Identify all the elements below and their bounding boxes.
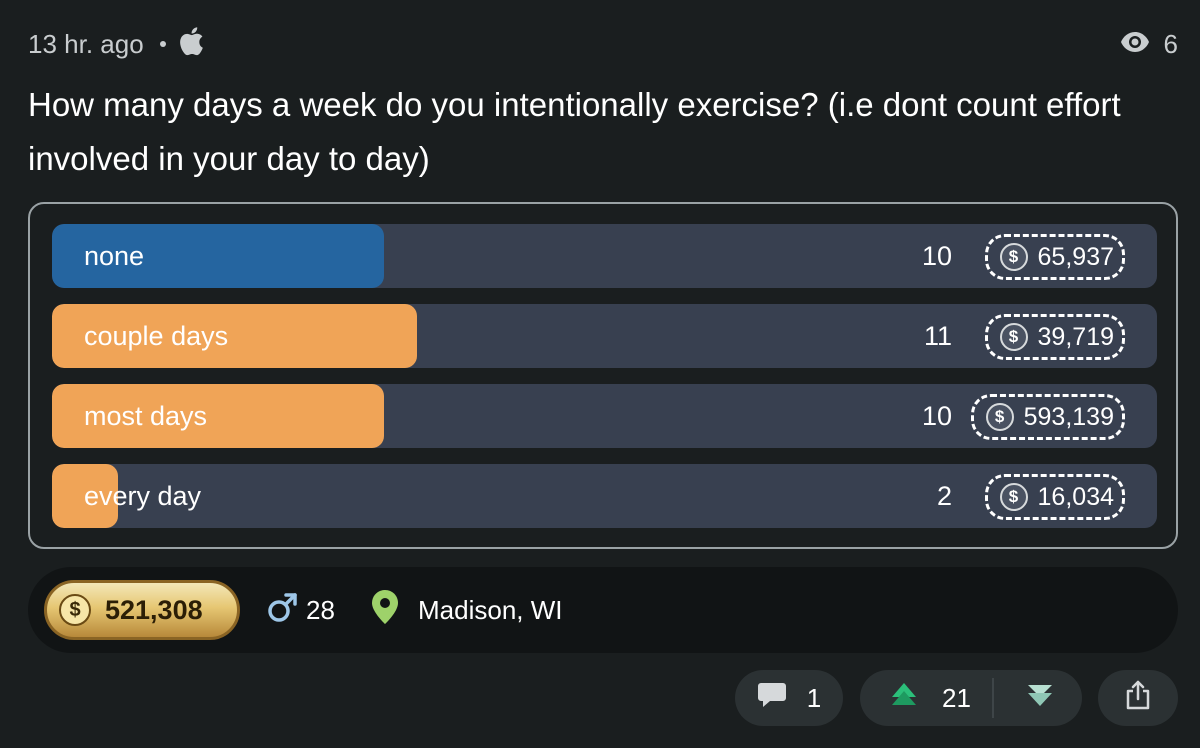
option-coins-value: 16,034 — [1037, 482, 1114, 511]
poll-option-none[interactable]: none 10 $ 65,937 — [52, 224, 1157, 288]
location-pin-icon — [370, 589, 400, 632]
option-vote-count: 11 — [923, 321, 952, 351]
author-location: Madison, WI — [370, 567, 563, 653]
option-label: every day — [84, 481, 202, 511]
option-vote-count: 2 — [936, 481, 952, 511]
upvote-button[interactable]: 21 — [860, 670, 993, 726]
option-label: none — [84, 241, 145, 271]
views-count: 6 — [1163, 28, 1178, 59]
coin-icon: $ — [999, 483, 1028, 511]
vote-divider — [992, 678, 994, 718]
author-age: 28 — [306, 594, 335, 625]
poll-question: How many days a week do you intentionall… — [28, 86, 1121, 177]
author-gender-age: 28 — [266, 567, 335, 653]
option-coins-value: 39,719 — [1037, 322, 1114, 351]
apple-icon — [178, 26, 204, 63]
vote-controls: 21 — [860, 670, 1082, 726]
comment-icon — [757, 681, 787, 716]
option-coins-value: 65,937 — [1037, 242, 1114, 271]
location-text: Madison, WI — [418, 594, 563, 625]
option-coins-badge: $ 593,139 — [970, 394, 1125, 440]
male-icon — [266, 590, 300, 631]
author-info-bar: $ 521,308 28 Madison, WI — [28, 567, 1178, 653]
comments-count: 1 — [806, 682, 822, 713]
poll-option-every-day[interactable]: every day 2 $ 16,034 — [52, 464, 1157, 528]
separator-dot — [159, 41, 166, 47]
poll-option-most-days[interactable]: most days 10 $ 593,139 — [52, 384, 1157, 448]
option-coins-badge: $ 16,034 — [984, 474, 1125, 520]
gold-coin-icon: $ — [59, 594, 91, 626]
coin-icon: $ — [999, 243, 1028, 271]
option-vote-count: 10 — [921, 241, 952, 271]
share-button[interactable] — [1098, 670, 1178, 726]
downvote-button[interactable] — [1010, 670, 1070, 726]
option-vote-count: 10 — [921, 401, 952, 431]
timestamp: 13 hr. ago — [28, 28, 144, 59]
option-coins-value: 593,139 — [1023, 402, 1114, 431]
poll-option-couple-days[interactable]: couple days 11 $ 39,719 — [52, 304, 1157, 368]
poll-options: none 10 $ 65,937 couple days 11 $ 39,719… — [28, 202, 1178, 549]
share-icon — [1125, 680, 1151, 717]
option-coins-badge: $ 39,719 — [984, 314, 1125, 360]
eye-icon — [1120, 29, 1150, 60]
total-coins-value: 521,308 — [105, 594, 203, 625]
option-label: most days — [84, 401, 208, 431]
downvote-icon — [1026, 681, 1054, 716]
upvote-icon — [890, 681, 918, 716]
coin-icon: $ — [985, 403, 1014, 431]
upvotes-count: 21 — [942, 682, 971, 713]
coin-icon: $ — [999, 323, 1028, 351]
post-meta: 13 hr. ago — [28, 24, 204, 64]
total-coins-badge[interactable]: $ 521,308 — [44, 580, 240, 640]
option-label: couple days — [84, 321, 229, 351]
comment-button[interactable]: 1 — [735, 670, 843, 726]
views-counter: 6 — [1120, 24, 1178, 64]
option-coins-badge: $ 65,937 — [984, 234, 1125, 280]
